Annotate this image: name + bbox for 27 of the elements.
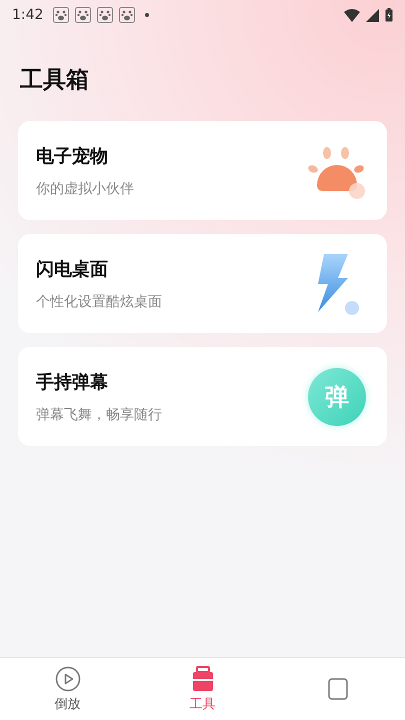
page-title: 工具箱: [20, 66, 90, 95]
tool-description: 个性化设置酷炫桌面: [36, 292, 163, 310]
tool-card[interactable]: 手持弹幕 弹幕飞舞，畅享随行 弹: [18, 347, 387, 446]
tool-title: 手持弹幕: [36, 370, 109, 394]
battery-icon: [385, 8, 393, 22]
status-time: 1:42: [12, 7, 44, 23]
paw-notification-icon: [53, 7, 70, 23]
paw-notification-icon: [119, 7, 136, 23]
tool-title: 电子宠物: [36, 144, 109, 168]
tool-title: 闪电桌面: [36, 258, 109, 280]
paw-notification-icon: [97, 7, 114, 23]
tab-icon: [326, 676, 350, 702]
bullet-comment-icon: 弹: [308, 368, 366, 426]
nav-tab-label: 倒放: [54, 696, 80, 712]
toolbox-icon: [190, 666, 214, 692]
paw-notification-icon: [75, 7, 92, 23]
signal-icon: [366, 8, 379, 22]
tool-card[interactable]: 电子宠物 你的虚拟小伙伴: [18, 121, 387, 220]
tool-description: 弹幕飞舞，畅享随行: [36, 406, 163, 424]
notification-dot: [145, 13, 150, 17]
tool-description: 你的虚拟小伙伴: [36, 180, 135, 198]
nav-tab[interactable]: 工具: [135, 658, 270, 720]
wifi-icon: [344, 8, 360, 22]
tool-card[interactable]: 闪电桌面 个性化设置酷炫桌面: [18, 234, 387, 333]
play-circle-icon: [54, 666, 80, 692]
nav-tab[interactable]: 倒放: [0, 658, 135, 720]
nav-tab-label: 工具: [190, 696, 216, 712]
